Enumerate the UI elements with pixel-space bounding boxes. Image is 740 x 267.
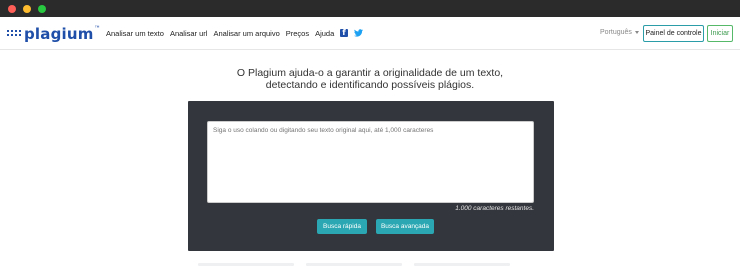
main-content: O Plagium ajuda-o a garantir a originali…: [0, 51, 740, 267]
start-button[interactable]: Iniciar: [707, 25, 733, 42]
facebook-icon[interactable]: [340, 28, 349, 37]
nav-link-pricing[interactable]: Preços: [286, 29, 309, 38]
minimize-window-button[interactable]: [23, 5, 31, 13]
caret-down-icon: [634, 31, 639, 34]
top-navbar: plagium ™ Analisar um texto Analisar url…: [0, 17, 740, 50]
maximize-window-button[interactable]: [38, 5, 46, 13]
text-input[interactable]: [207, 121, 534, 203]
advanced-search-button[interactable]: Busca avançada: [376, 219, 434, 234]
language-selector[interactable]: Português: [600, 29, 639, 36]
checker-panel: 1.000 caracteres restantes. Busca rápida…: [188, 101, 554, 251]
plagium-logo[interactable]: plagium ™: [7, 25, 100, 43]
hero-line-2: detectando e identificando possíveis plá…: [265, 79, 475, 91]
nav-links: Analisar um texto Analisar url Analisar …: [106, 27, 368, 39]
quick-search-button[interactable]: Busca rápida: [317, 219, 367, 234]
nav-link-help[interactable]: Ajuda: [315, 29, 334, 38]
bottom-tab: [414, 263, 510, 266]
twitter-icon[interactable]: [354, 29, 364, 37]
hero-line-1: O Plagium ajuda-o a garantir a originali…: [236, 67, 504, 79]
close-window-button[interactable]: [8, 5, 16, 13]
nav-link-analyze-url[interactable]: Analisar url: [170, 29, 208, 38]
nav-link-analyze-file[interactable]: Analisar um arquivo: [213, 29, 279, 38]
remaining-characters: 1.000 caracteres restantes.: [455, 205, 534, 212]
logo-text: plagium: [24, 25, 94, 43]
bottom-tab: [306, 263, 402, 266]
window-titlebar: [0, 0, 740, 17]
bottom-tab: [198, 263, 294, 266]
language-label: Português: [600, 29, 632, 36]
bottom-section-strip: [0, 263, 740, 267]
hero-headline: O Plagium ajuda-o a garantir a originali…: [0, 67, 740, 91]
control-panel-button[interactable]: Painel de controle: [643, 25, 704, 42]
nav-link-analyze-text[interactable]: Analisar um texto: [106, 29, 164, 38]
logo-dots-icon: [7, 29, 21, 39]
logo-trademark: ™: [94, 25, 100, 31]
